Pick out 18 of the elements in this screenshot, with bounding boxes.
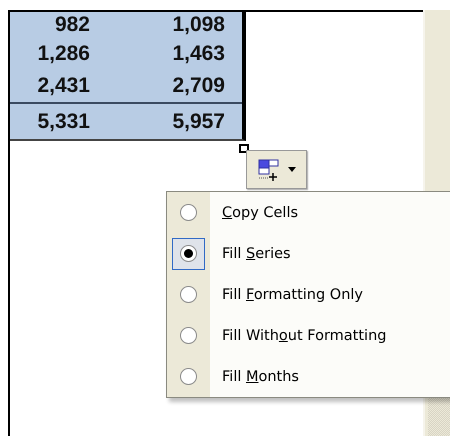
auto-fill-options-button[interactable] [246, 150, 307, 189]
menu-item[interactable]: Fill Months [222, 368, 299, 384]
table-cell-text: 5,957 [171, 110, 225, 134]
menu-item[interactable]: Fill Formatting Only [222, 286, 364, 302]
table-cell-text: 2,709 [171, 74, 225, 98]
table-cell-text: 2,431 [36, 74, 90, 98]
menu-item[interactable]: Copy Cells [222, 204, 298, 220]
caret-icon [288, 167, 296, 172]
menu-item[interactable]: Fill Series [222, 246, 291, 262]
fill-handle[interactable] [239, 144, 249, 153]
table-cell-text: 1,098 [171, 13, 225, 37]
radio-button[interactable] [172, 238, 205, 270]
table-cell-text: 982 [54, 13, 90, 37]
table-cell-text: 1,463 [171, 42, 225, 66]
menu-item[interactable]: Fill Without Formatting [222, 328, 386, 344]
table-cell-text: 1,286 [36, 42, 90, 66]
fill-options-icon [258, 158, 280, 180]
table-cell-text: 5,331 [36, 110, 90, 134]
